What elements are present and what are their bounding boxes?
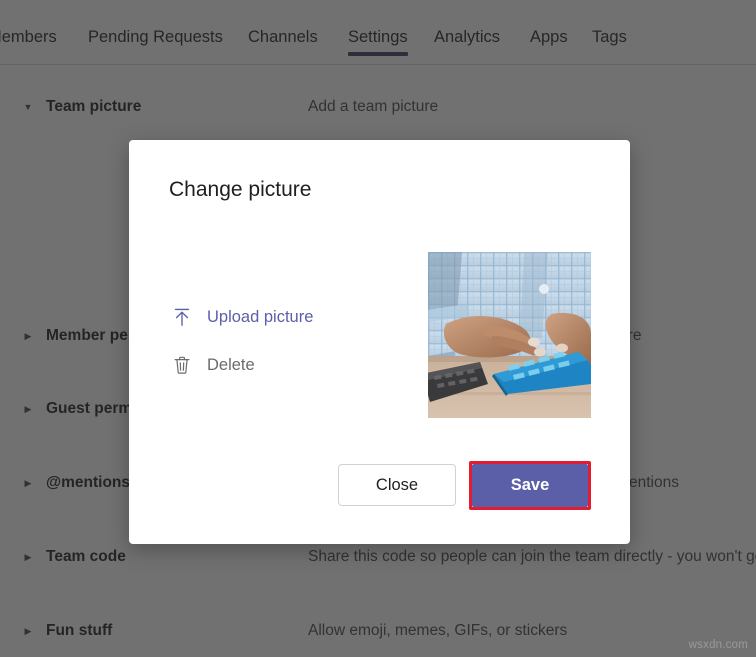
- chevron-right-icon[interactable]: ▶: [22, 402, 34, 416]
- change-picture-dialog: Change picture Upload picture: [129, 140, 630, 544]
- tab-members[interactable]: Members: [0, 22, 57, 60]
- chevron-right-icon[interactable]: ▶: [22, 329, 34, 343]
- team-picture-preview[interactable]: [428, 252, 591, 418]
- picture-action-list: Upload picture Delete: [169, 300, 409, 396]
- tab-label: Tags: [592, 22, 627, 52]
- delete-picture-action[interactable]: Delete: [169, 348, 409, 382]
- tab-tags[interactable]: Tags: [592, 22, 627, 60]
- upload-icon: [169, 304, 195, 330]
- settings-row-team-code[interactable]: ▶ Team code Share this code so people ca…: [0, 546, 756, 570]
- tab-label: Settings: [348, 22, 408, 52]
- chevron-right-icon[interactable]: ▶: [22, 624, 34, 638]
- chevron-right-icon[interactable]: ▶: [22, 550, 34, 564]
- tab-label: Members: [0, 22, 57, 52]
- trash-icon: [169, 352, 195, 378]
- save-button[interactable]: Save: [472, 464, 588, 507]
- settings-row-label: Team picture: [46, 96, 141, 118]
- tab-settings[interactable]: Settings: [348, 22, 408, 60]
- settings-row-team-picture[interactable]: ▼ Team picture Add a team picture: [0, 96, 756, 120]
- tab-label: Apps: [530, 22, 568, 52]
- settings-row-description: Allow emoji, memes, GIFs, or stickers: [308, 620, 567, 642]
- settings-row-description: Add a team picture: [308, 96, 438, 118]
- close-button[interactable]: Close: [338, 464, 456, 506]
- tab-channels[interactable]: Channels: [248, 22, 318, 60]
- tab-strip-divider: [0, 64, 756, 65]
- delete-picture-label: Delete: [207, 354, 255, 376]
- chevron-down-icon[interactable]: ▼: [22, 100, 34, 114]
- settings-row-label: Team code: [46, 546, 126, 568]
- team-tab-strip[interactable]: Members Pending Requests Channels Settin…: [0, 22, 756, 60]
- settings-row-label: @mentions: [46, 472, 130, 494]
- upload-picture-action[interactable]: Upload picture: [169, 300, 409, 334]
- dialog-footer: Close Save: [129, 464, 630, 520]
- settings-row-fun-stuff[interactable]: ▶ Fun stuff Allow emoji, memes, GIFs, or…: [0, 620, 756, 644]
- tab-label: Analytics: [434, 22, 500, 52]
- active-tab-underline: [348, 52, 408, 56]
- save-button-highlight: Save: [469, 461, 591, 510]
- tab-apps[interactable]: Apps: [530, 22, 568, 60]
- upload-picture-label: Upload picture: [207, 306, 313, 328]
- tab-label: Channels: [248, 22, 318, 52]
- dialog-title: Change picture: [169, 176, 311, 204]
- settings-row-description: Share this code so people can join the t…: [308, 546, 756, 568]
- settings-row-label: Fun stuff: [46, 620, 112, 642]
- tab-label: Pending Requests: [88, 22, 223, 52]
- screen: Members Pending Requests Channels Settin…: [0, 0, 756, 657]
- chevron-right-icon[interactable]: ▶: [22, 476, 34, 490]
- site-watermark: wsxdn.com: [689, 639, 748, 651]
- tab-analytics[interactable]: Analytics: [434, 22, 500, 60]
- tab-pending-requests[interactable]: Pending Requests: [88, 22, 223, 60]
